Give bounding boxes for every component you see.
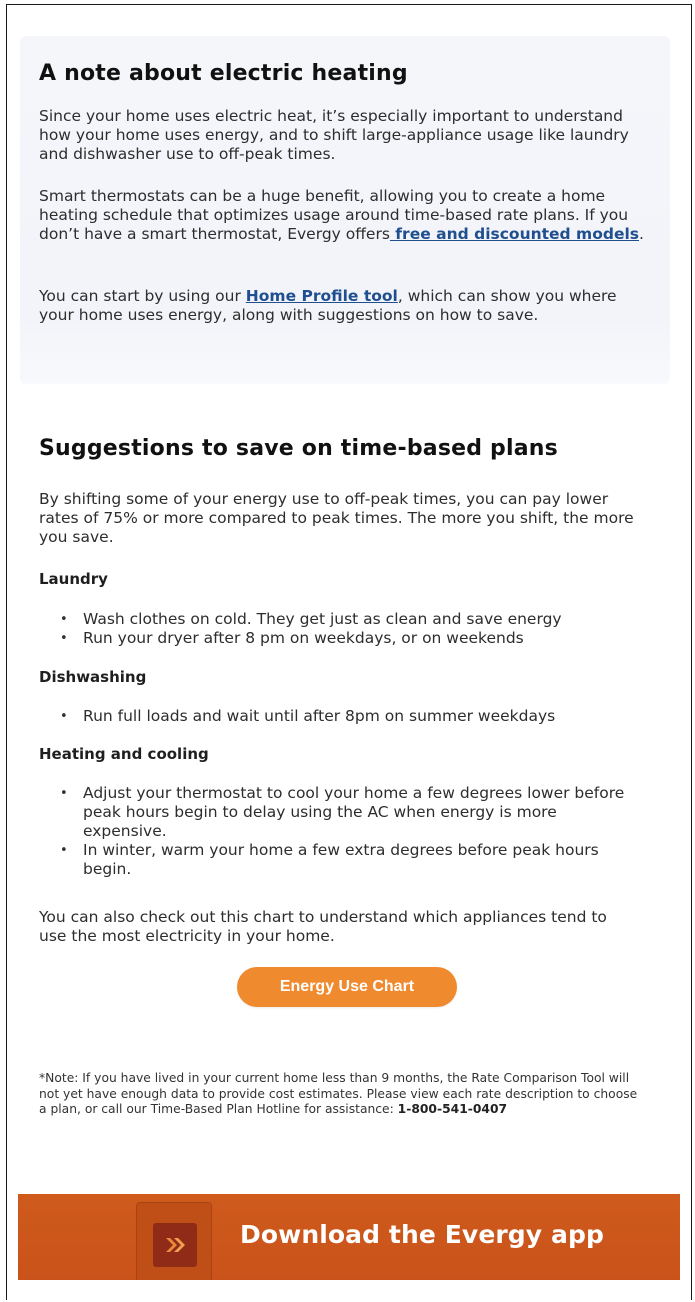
rate-tool-footnote: *Note: If you have lived in your current… <box>39 1071 639 1118</box>
list-item: Wash clothes on cold. They get just as c… <box>39 610 659 629</box>
laundry-list: Wash clothes on cold. They get just as c… <box>39 610 659 648</box>
heating-cooling-list: Adjust your thermostat to cool your home… <box>39 784 643 879</box>
footnote-text: *Note: If you have lived in your current… <box>39 1071 638 1116</box>
hotline-phone-number[interactable]: 1-800-541-0407 <box>398 1102 507 1116</box>
heating-cooling-heading: Heating and cooling <box>39 745 209 763</box>
dishwashing-heading: Dishwashing <box>39 668 147 686</box>
download-app-text[interactable]: Download the Evergy app <box>240 1220 604 1249</box>
energy-use-chart-button[interactable]: Energy Use Chart <box>237 967 457 1007</box>
electric-heating-paragraph-2: Smart thermostats can be a huge benefit,… <box>39 187 651 244</box>
suggestions-intro: By shifting some of your energy use to o… <box>39 490 634 546</box>
dishwashing-list: Run full loads and wait until after 8pm … <box>39 707 659 726</box>
evergy-app-icon <box>153 1223 197 1267</box>
electric-heating-paragraph-1: Since your home uses electric heat, it’s… <box>39 107 629 163</box>
download-app-banner[interactable]: Download the Evergy app <box>18 1194 680 1280</box>
electric-heating-paragraph-3: You can start by using our Home Profile … <box>39 287 639 325</box>
suggestions-title: Suggestions to save on time-based plans <box>39 436 558 461</box>
chart-intro-text: You can also check out this chart to und… <box>39 908 607 945</box>
electric-heating-title: A note about electric heating <box>39 61 408 86</box>
list-item: Run full loads and wait until after 8pm … <box>39 707 659 726</box>
paragraph-2-end: . <box>639 225 644 243</box>
list-item: In winter, warm your home a few extra de… <box>39 841 643 879</box>
list-item: Run your dryer after 8 pm on weekdays, o… <box>39 629 659 648</box>
list-item: Adjust your thermostat to cool your home… <box>39 784 643 841</box>
paragraph-3-text: You can start by using our <box>39 287 246 305</box>
laundry-heading: Laundry <box>39 570 108 588</box>
free-discounted-models-link[interactable]: free and discounted models <box>390 225 639 243</box>
app-tile <box>136 1202 212 1280</box>
home-profile-tool-link[interactable]: Home Profile tool <box>246 287 398 305</box>
